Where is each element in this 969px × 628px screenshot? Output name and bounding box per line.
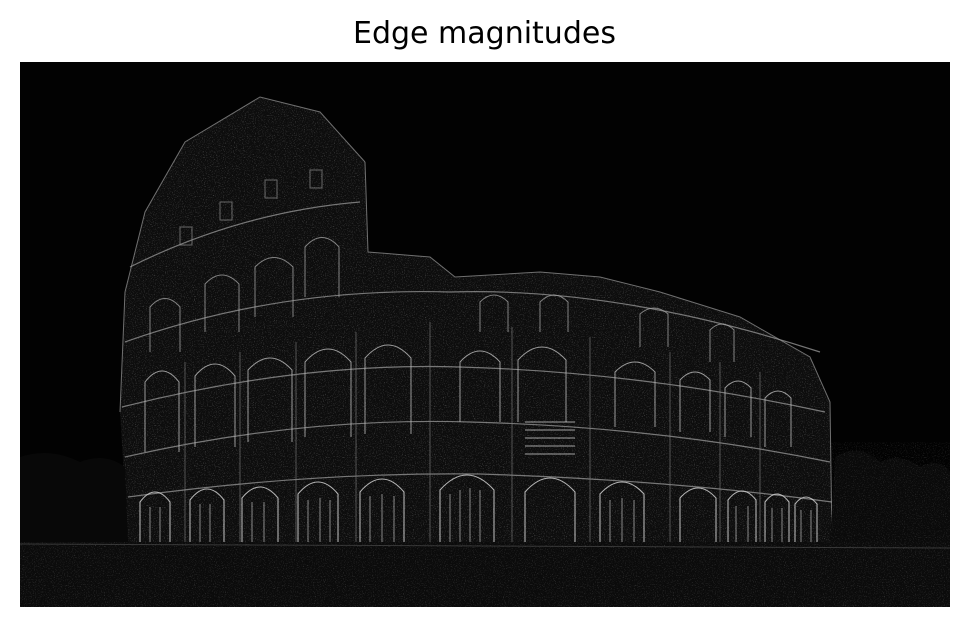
ground bbox=[20, 542, 950, 607]
figure-title: Edge magnitudes bbox=[353, 16, 616, 51]
edge-map-drawing bbox=[20, 62, 950, 607]
edge-magnitude-image bbox=[20, 62, 950, 607]
